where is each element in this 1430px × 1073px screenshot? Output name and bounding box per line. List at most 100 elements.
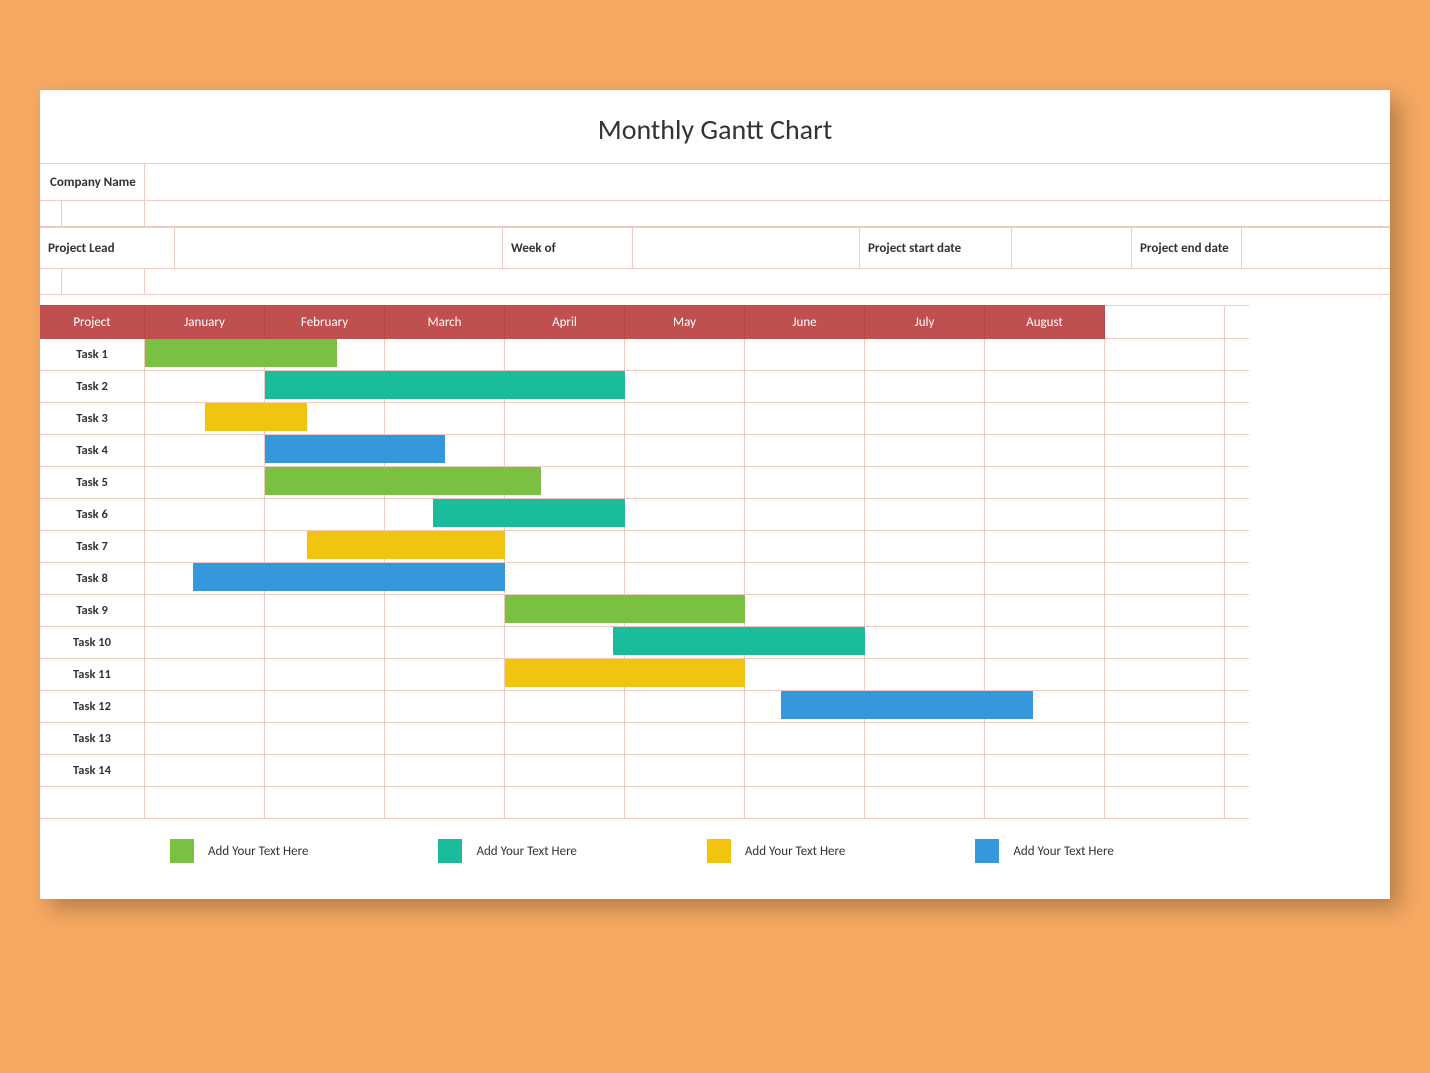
gantt-cell[interactable] [985,403,1105,435]
gantt-cell[interactable] [385,755,505,787]
gantt-cell[interactable] [145,755,265,787]
extra-cell[interactable] [1225,755,1249,787]
gantt-cell[interactable] [745,723,865,755]
gantt-cell[interactable] [865,627,985,659]
task-name-cell[interactable]: Task 11 [40,659,145,691]
extra-cell[interactable] [1225,531,1249,563]
gantt-cell[interactable] [145,659,265,691]
gantt-cell[interactable] [985,339,1105,371]
gantt-cell[interactable] [625,531,745,563]
gantt-cell[interactable] [985,659,1105,691]
gantt-cell[interactable] [625,403,745,435]
gantt-cell[interactable] [865,403,985,435]
extra-cell[interactable] [1225,595,1249,627]
extra-cell[interactable] [1105,467,1225,499]
gantt-bar[interactable] [145,339,337,367]
gantt-bar[interactable] [505,659,745,687]
extra-cell[interactable] [1105,627,1225,659]
gantt-cell[interactable] [865,371,985,403]
gantt-cell[interactable] [865,435,985,467]
gantt-cell[interactable] [745,435,865,467]
gantt-bar[interactable] [781,691,1033,719]
gantt-cell[interactable] [625,563,745,595]
gantt-cell[interactable] [745,499,865,531]
gantt-cell[interactable] [265,595,385,627]
gantt-cell[interactable] [145,435,265,467]
task-name-cell[interactable]: Task 13 [40,723,145,755]
gantt-cell[interactable] [745,467,865,499]
gantt-cell[interactable] [505,755,625,787]
extra-cell[interactable] [1225,563,1249,595]
extra-cell[interactable] [1225,691,1249,723]
extra-cell[interactable] [1105,723,1225,755]
extra-cell[interactable] [1105,499,1225,531]
gantt-cell[interactable] [385,627,505,659]
gantt-cell[interactable] [505,627,625,659]
gantt-bar[interactable] [205,403,307,431]
gantt-cell[interactable] [985,755,1105,787]
gantt-bar[interactable] [265,435,445,463]
gantt-cell[interactable] [625,499,745,531]
gantt-cell[interactable] [985,499,1105,531]
gantt-cell[interactable] [385,339,505,371]
extra-cell[interactable] [1105,371,1225,403]
gantt-cell[interactable] [985,723,1105,755]
gantt-cell[interactable] [625,723,745,755]
gantt-cell[interactable] [385,659,505,691]
gantt-cell[interactable] [505,531,625,563]
gantt-cell[interactable] [265,691,385,723]
gantt-cell[interactable] [865,339,985,371]
gantt-bar[interactable] [505,595,745,623]
gantt-cell[interactable] [985,595,1105,627]
extra-cell[interactable] [1225,499,1249,531]
gantt-cell[interactable] [505,403,625,435]
gantt-cell[interactable] [385,403,505,435]
gantt-bar[interactable] [193,563,505,591]
gantt-cell[interactable] [985,371,1105,403]
gantt-bar[interactable] [265,467,541,495]
extra-cell[interactable] [1225,467,1249,499]
task-name-cell[interactable]: Task 3 [40,403,145,435]
gantt-cell[interactable] [145,467,265,499]
gantt-cell[interactable] [985,563,1105,595]
task-name-cell[interactable]: Task 12 [40,691,145,723]
gantt-cell[interactable] [505,563,625,595]
gantt-cell[interactable] [745,403,865,435]
extra-cell[interactable] [1225,371,1249,403]
project-lead-cell[interactable] [175,227,503,269]
gantt-cell[interactable] [385,595,505,627]
gantt-cell[interactable] [625,339,745,371]
gantt-cell[interactable] [985,467,1105,499]
extra-cell[interactable] [1105,755,1225,787]
task-name-cell[interactable]: Task 5 [40,467,145,499]
gantt-cell[interactable] [745,595,865,627]
task-name-cell[interactable]: Task 6 [40,499,145,531]
gantt-cell[interactable] [865,531,985,563]
gantt-cell[interactable] [745,339,865,371]
gantt-cell[interactable] [145,499,265,531]
gantt-cell[interactable] [865,499,985,531]
gantt-cell[interactable] [865,595,985,627]
gantt-cell[interactable] [145,371,265,403]
gantt-cell[interactable] [145,723,265,755]
gantt-cell[interactable] [625,435,745,467]
gantt-cell[interactable] [505,339,625,371]
gantt-bar[interactable] [307,531,505,559]
gantt-cell[interactable] [625,691,745,723]
gantt-cell[interactable] [265,627,385,659]
gantt-cell[interactable] [385,723,505,755]
extra-cell[interactable] [1105,563,1225,595]
extra-cell[interactable] [1225,627,1249,659]
gantt-cell[interactable] [625,371,745,403]
company-name-cell[interactable] [145,163,1390,201]
extra-cell[interactable] [1105,659,1225,691]
gantt-bar[interactable] [433,499,625,527]
gantt-bar[interactable] [265,371,625,399]
extra-cell[interactable] [1105,595,1225,627]
gantt-cell[interactable] [745,563,865,595]
task-name-cell[interactable]: Task 7 [40,531,145,563]
extra-cell[interactable] [1225,403,1249,435]
task-name-cell[interactable]: Task 9 [40,595,145,627]
gantt-cell[interactable] [505,691,625,723]
project-end-date-cell[interactable] [1242,227,1390,269]
